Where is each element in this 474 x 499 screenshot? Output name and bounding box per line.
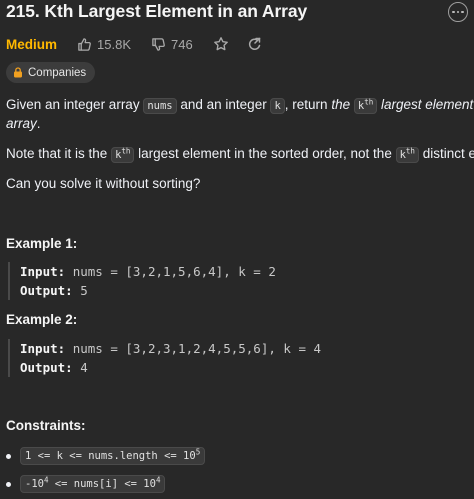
description-paragraph-1-cont: array. xyxy=(6,113,41,134)
code-superscript: th xyxy=(364,97,374,107)
inline-code-kth: kth xyxy=(111,146,135,163)
code-base: 1 <= k <= nums.length <= 10 xyxy=(25,450,196,462)
description-paragraph-2: Note that it is the kth largest element … xyxy=(6,143,474,166)
companies-label: Companies xyxy=(28,66,87,79)
code-superscript: 4 xyxy=(155,475,161,485)
star-icon xyxy=(213,37,228,51)
share-button[interactable] xyxy=(247,36,263,52)
emphasis-text: largest element in the xyxy=(380,97,474,112)
emphasis-text: array xyxy=(6,116,37,131)
text-segment: , return xyxy=(284,97,332,112)
code-base: -10 xyxy=(25,478,44,490)
output-label: Output: xyxy=(20,360,73,375)
constraint-item: 1 <= k <= nums.length <= 105 xyxy=(6,447,206,465)
example-1-heading: Example 1: xyxy=(6,236,78,251)
constraint-code: -104 <= nums[i] <= 104 xyxy=(20,475,166,493)
like-count: 15.8K xyxy=(97,36,131,52)
output-value: 4 xyxy=(80,360,88,375)
text-segment: largest element in the sorted order, not… xyxy=(134,146,396,161)
text-segment: and an integer xyxy=(176,97,271,112)
constraints-heading: Constraints: xyxy=(6,418,86,433)
thumbs-down-icon xyxy=(152,37,165,51)
example-input-line: Input: nums = [3,2,3,1,2,4,5,5,6], k = 4 xyxy=(20,339,448,358)
like-button[interactable]: 15.8K xyxy=(77,37,131,52)
bullet-icon xyxy=(6,453,11,459)
companies-tag[interactable]: Companies xyxy=(6,62,96,83)
example-output-line: Output: 5 xyxy=(20,281,448,300)
code-superscript: th xyxy=(121,146,131,156)
text-segment: distinct element. xyxy=(422,146,474,161)
example-output-line: Output: 4 xyxy=(20,358,448,377)
example-2-heading: Example 2: xyxy=(6,312,78,327)
inline-code-k: k xyxy=(270,98,285,114)
dislike-button[interactable]: 746 xyxy=(151,37,193,52)
more-icon[interactable] xyxy=(448,2,468,22)
description-paragraph-1: Given an integer array nums and an integ… xyxy=(6,94,474,117)
favorite-button[interactable] xyxy=(213,36,229,52)
output-value: 5 xyxy=(80,283,88,298)
emphasis-text: the xyxy=(331,97,351,112)
share-icon xyxy=(248,37,260,50)
problem-meta-row: Medium 15.8K 746 xyxy=(6,34,281,54)
problem-title[interactable]: 215. Kth Largest Element in an Array xyxy=(6,1,307,22)
input-value: nums = [3,2,1,5,6,4], k = 2 xyxy=(72,264,276,279)
example-input-line: Input: nums = [3,2,1,5,6,4], k = 2 xyxy=(20,262,448,281)
text-segment: Note that it is the xyxy=(6,146,112,161)
input-label: Input: xyxy=(20,264,66,279)
problem-description-panel: 215. Kth Largest Element in an Array Med… xyxy=(0,0,474,499)
code-superscript: th xyxy=(405,146,415,156)
difficulty-badge: Medium xyxy=(6,36,58,52)
text-segment: . xyxy=(36,116,41,131)
constraint-code: 1 <= k <= nums.length <= 105 xyxy=(20,447,206,465)
inline-code-nums: nums xyxy=(143,98,177,114)
lock-icon xyxy=(14,67,22,78)
input-label: Input: xyxy=(20,341,66,356)
output-label: Output: xyxy=(20,283,73,298)
inline-code-kth: kth xyxy=(395,146,419,163)
inline-code-kth: kth xyxy=(353,97,378,114)
example-2-block: Input: nums = [3,2,3,1,2,4,5,5,6], k = 4… xyxy=(8,339,448,377)
thumbs-up-icon xyxy=(78,37,91,51)
input-value: nums = [3,2,3,1,2,4,5,5,6], k = 4 xyxy=(72,341,322,356)
bullet-icon xyxy=(6,481,11,487)
code-base: <= nums[i] <= 10 xyxy=(48,478,156,490)
dislike-count: 746 xyxy=(171,36,193,52)
code-superscript: 5 xyxy=(195,447,201,457)
constraint-item: -104 <= nums[i] <= 104 xyxy=(6,475,166,493)
example-1-block: Input: nums = [3,2,1,5,6,4], k = 2 Outpu… xyxy=(8,262,448,300)
description-paragraph-3: Can you solve it without sorting? xyxy=(6,176,201,191)
text-segment: Given an integer array xyxy=(6,97,144,112)
